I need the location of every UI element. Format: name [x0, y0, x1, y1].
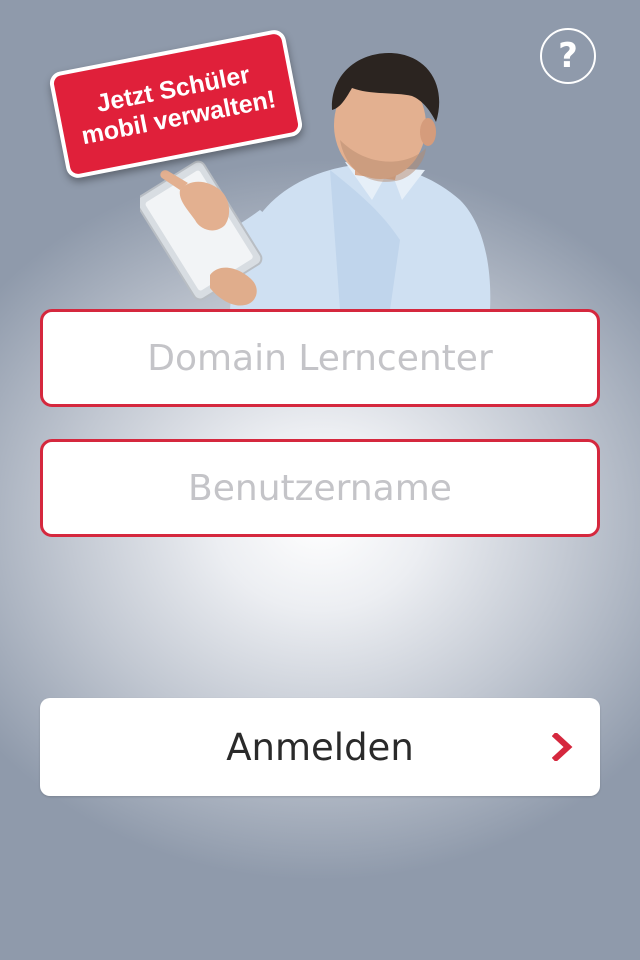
username-field[interactable]: [40, 439, 600, 537]
login-button-label: Anmelden: [226, 725, 414, 769]
help-icon: ?: [558, 36, 578, 76]
help-button[interactable]: ?: [540, 28, 596, 84]
username-input[interactable]: [43, 442, 597, 534]
domain-input[interactable]: [43, 312, 597, 404]
login-button[interactable]: Anmelden: [40, 698, 600, 796]
domain-field[interactable]: [40, 309, 600, 407]
chevron-right-icon: [551, 731, 574, 763]
